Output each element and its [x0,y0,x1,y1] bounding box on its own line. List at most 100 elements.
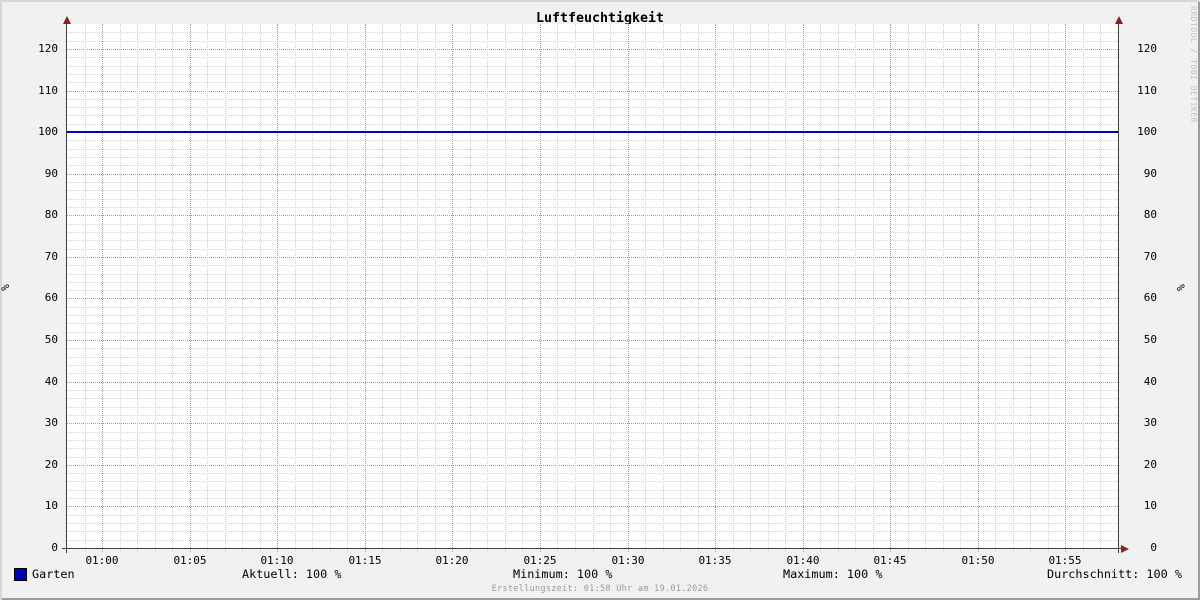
gridline-minor-h [67,456,1118,458]
y-tick-label-left: 10 [44,499,58,512]
gridline-minor-v [155,24,156,552]
gridline-minor-v [417,24,418,552]
gridline-minor-h [67,431,1118,433]
y-axis-left-arrow-icon [63,16,71,24]
gridline-minor-h [67,356,1118,358]
gridline-minor-v [347,24,348,552]
gridline-minor-v [1030,24,1031,552]
y-tick-label-right: 30 [1143,416,1157,429]
gridline-minor-h [67,531,1118,533]
gridline-major-v [365,24,366,552]
gridline-minor-v [470,24,471,552]
gridline-minor-v [137,24,138,552]
gridline-minor-h [67,123,1118,125]
gridline-minor-v [995,24,996,552]
gridline-minor-h [67,40,1118,42]
gridline-minor-h [67,348,1118,350]
gridline-minor-h [67,157,1118,159]
gridline-major-v [715,24,716,552]
y-tick-label-right: 40 [1143,375,1157,388]
gridline-major-v [803,24,804,552]
gridline-major-v [1065,24,1066,552]
gridline-minor-h [67,290,1118,292]
gridline-minor-h [67,281,1118,283]
gridline-minor-v [768,24,769,552]
y-tick-label-right: 80 [1143,208,1157,221]
gridline-minor-h [67,140,1118,142]
plot-area [67,24,1118,552]
gridline-minor-v [1048,24,1049,552]
gridline-minor-v [382,24,383,552]
gridline-minor-h [67,115,1118,117]
gridline-minor-v [85,24,86,552]
y-axis-unit-right: % [1174,284,1188,291]
gridline-minor-h [67,82,1118,84]
gridline-minor-v [663,24,664,552]
stat-aktuell: Aktuell: 100 % [242,567,342,581]
gridline-minor-v [698,24,699,552]
gridline-minor-h [67,206,1118,208]
gridline-major-v [452,24,453,552]
gridline-major-h [67,506,1118,508]
gridline-minor-h [67,57,1118,59]
gridline-minor-v [873,24,874,552]
gridline-minor-v [610,24,611,552]
gridline-minor-v [207,24,208,552]
gridline-minor-v [680,24,681,552]
gridline-major-h [67,423,1118,425]
gridline-minor-v [908,24,909,552]
gridline-minor-v [1013,24,1014,552]
gridline-major-h [67,381,1118,383]
series-line-garten [67,131,1118,134]
gridline-minor-v [733,24,734,552]
y-tick-label-left: 20 [44,458,58,471]
y-tick-label-left: 50 [44,333,58,346]
gridline-minor-h [67,398,1118,400]
gridline-minor-v [943,24,944,552]
creation-timestamp: Erstellungszeit: 01:58 Uhr am 19.01.2026 [491,584,709,594]
y-tick-label-left: 90 [44,167,58,180]
y-tick-label-left: 40 [44,375,58,388]
y-tick-label-right: 0 [1150,541,1157,554]
gridline-minor-v [260,24,261,552]
stat-durchschnitt: Durchschnitt: 100 % [1047,567,1182,581]
gridline-minor-h [67,406,1118,408]
gridline-minor-v [295,24,296,552]
gridline-minor-v [435,24,436,552]
gridline-minor-h [67,323,1118,325]
gridline-minor-v [750,24,751,552]
gridline-minor-h [67,240,1118,242]
gridline-minor-h [67,439,1118,441]
gridline-minor-h [67,182,1118,184]
gridline-minor-h [67,231,1118,233]
gridline-minor-h [67,190,1118,192]
gridline-major-h [67,464,1118,466]
gridline-minor-h [67,165,1118,167]
gridline-major-h [67,298,1118,300]
gridline-minor-h [67,65,1118,67]
rrdtool-watermark: RRDTOOL / TOBI OETIKER [1189,6,1198,123]
gridline-minor-v [820,24,821,552]
stat-minimum: Minimum: 100 % [513,567,613,581]
gridline-minor-h [67,32,1118,34]
gridline-minor-v [330,24,331,552]
y-tick-label-left: 60 [44,291,58,304]
gridline-minor-h [67,148,1118,150]
y-tick-label-left: 70 [44,250,58,263]
y-tick-label-right: 50 [1143,333,1157,346]
gridline-minor-v [960,24,961,552]
gridline-minor-h [67,306,1118,308]
gridline-minor-v [225,24,226,552]
gridline-minor-v [575,24,576,552]
gridline-minor-v [1100,24,1101,552]
y-tick-label-left: 110 [38,84,58,97]
gridline-minor-v [522,24,523,552]
gridline-minor-h [67,98,1118,100]
gridline-minor-v [505,24,506,552]
y-axis-right-arrow-icon [1115,16,1123,24]
gridline-major-h [67,48,1118,50]
gridline-minor-h [67,523,1118,525]
y-tick-label-right: 120 [1137,42,1157,55]
gridline-minor-h [67,498,1118,500]
gridline-minor-v [855,24,856,552]
